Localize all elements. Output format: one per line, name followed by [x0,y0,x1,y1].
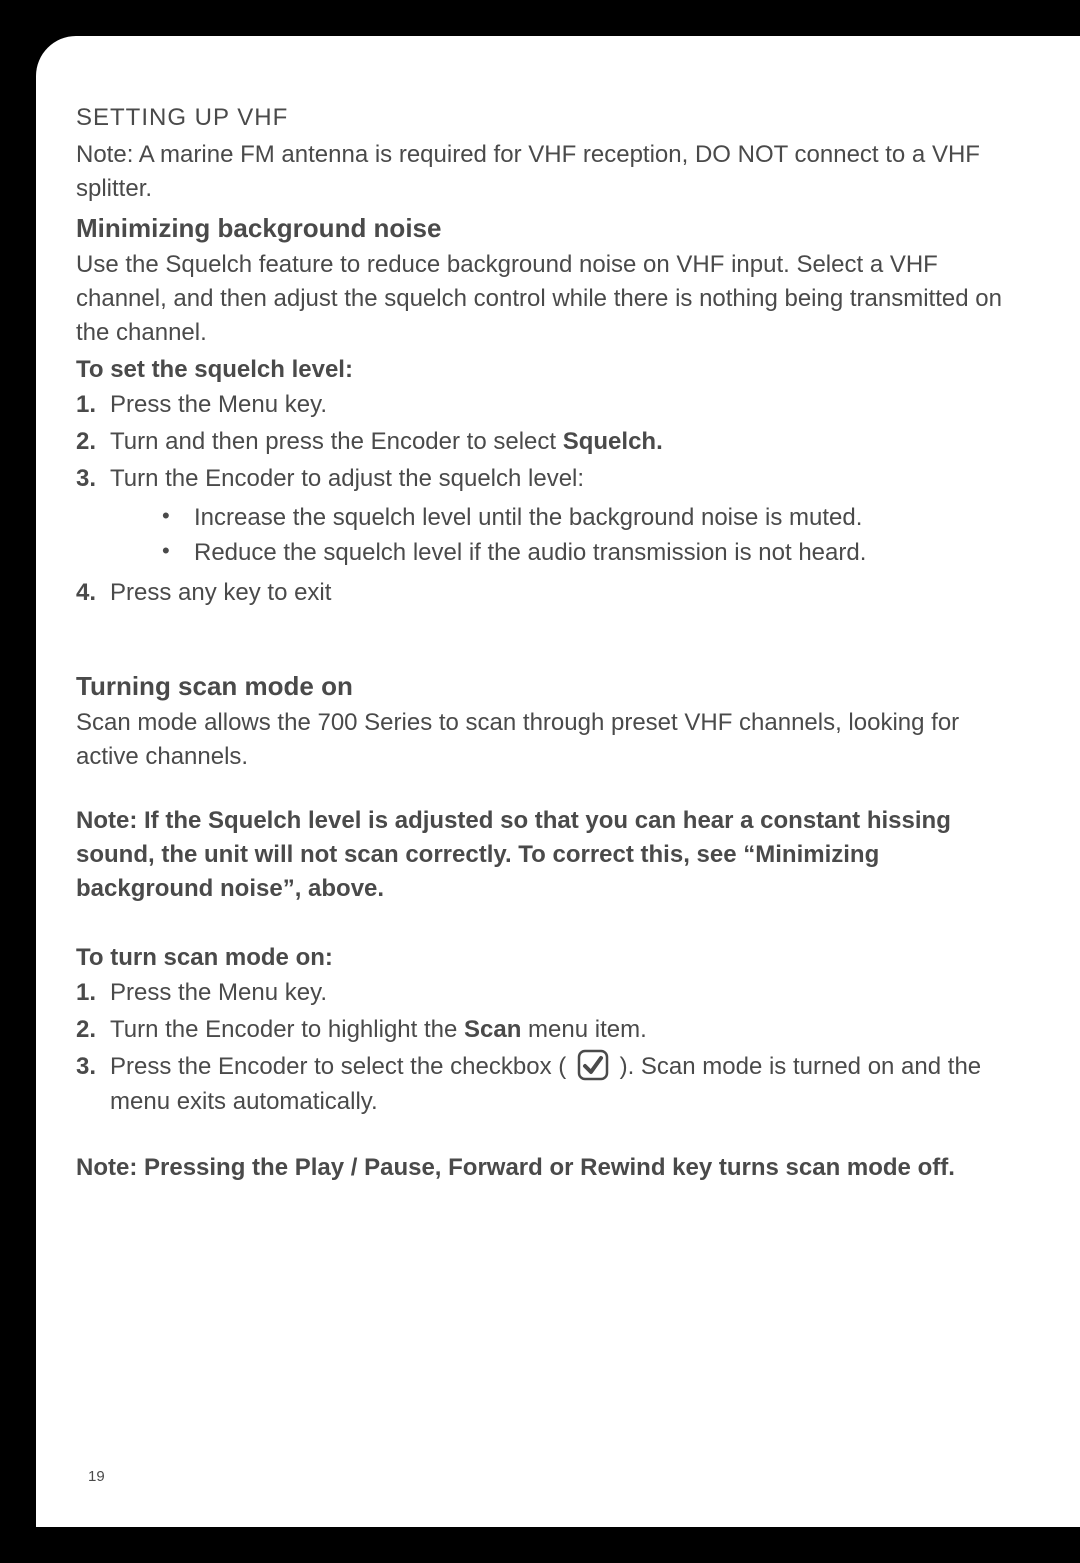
list-item: 2. Turn and then press the Encoder to se… [76,425,1020,460]
step-number: 3. [76,462,110,574]
list-item: 4. Press any key to exit [76,576,1020,611]
step-text: Press the Menu key. [110,388,1020,423]
section-label: SETTING UP VHF [76,104,1020,132]
list-item: 1. Press the Menu key. [76,388,1020,423]
bullet-icon: • [162,536,194,570]
scan-off-note: Note: Pressing the Play / Pause, Forward… [76,1151,1020,1185]
manual-page: SETTING UP VHF Note: A marine FM antenna… [36,36,1080,1527]
subheading-turn-scan-on: To turn scan mode on: [76,944,1020,972]
substep-text: Increase the squelch level until the bac… [194,501,862,535]
step-number: 1. [76,388,110,423]
subheading-set-squelch: To set the squelch level: [76,356,1020,384]
list-item: •Increase the squelch level until the ba… [162,501,1020,535]
heading-scan-mode: Turning scan mode on [76,671,1020,702]
step-text: Turn the Encoder to adjust the squelch l… [110,462,1020,574]
list-item: 3. Press the Encoder to select the check… [76,1050,1020,1120]
scan-menu-label: Scan [464,1016,521,1043]
scan-steps: 1. Press the Menu key. 2. Turn the Encod… [76,976,1020,1119]
list-item: •Reduce the squelch level if the audio t… [162,536,1020,570]
step-number: 2. [76,425,110,460]
list-item: 2. Turn the Encoder to highlight the Sca… [76,1013,1020,1048]
step-text: Press the Menu key. [110,976,1020,1011]
step-number: 3. [76,1050,110,1120]
page-number: 19 [88,1468,105,1485]
step-text: Turn and then press the Encoder to selec… [110,425,1020,460]
step-text: Press any key to exit [110,576,1020,611]
squelch-menu-label: Squelch. [563,428,663,455]
step-text: Turn the Encoder to highlight the Scan m… [110,1013,1020,1048]
squelch-steps: 1. Press the Menu key. 2. Turn and then … [76,388,1020,610]
checkbox-checked-icon [577,1049,609,1081]
list-item: 1. Press the Menu key. [76,976,1020,1011]
substep-text: Reduce the squelch level if the audio tr… [194,536,866,570]
minimize-noise-body: Use the Squelch feature to reduce backgr… [76,248,1020,350]
step-text: Press the Encoder to select the checkbox… [110,1050,1020,1120]
antenna-note: Note: A marine FM antenna is required fo… [76,138,1020,205]
step-number: 1. [76,976,110,1011]
squelch-scan-note: Note: If the Squelch level is adjusted s… [76,804,1020,906]
list-item: 3. Turn the Encoder to adjust the squelc… [76,462,1020,574]
step-number: 2. [76,1013,110,1048]
heading-minimize-noise: Minimizing background noise [76,213,1020,244]
scan-mode-body: Scan mode allows the 700 Series to scan … [76,706,1020,774]
step-number: 4. [76,576,110,611]
squelch-substeps: •Increase the squelch level until the ba… [110,501,1020,570]
bullet-icon: • [162,501,194,535]
